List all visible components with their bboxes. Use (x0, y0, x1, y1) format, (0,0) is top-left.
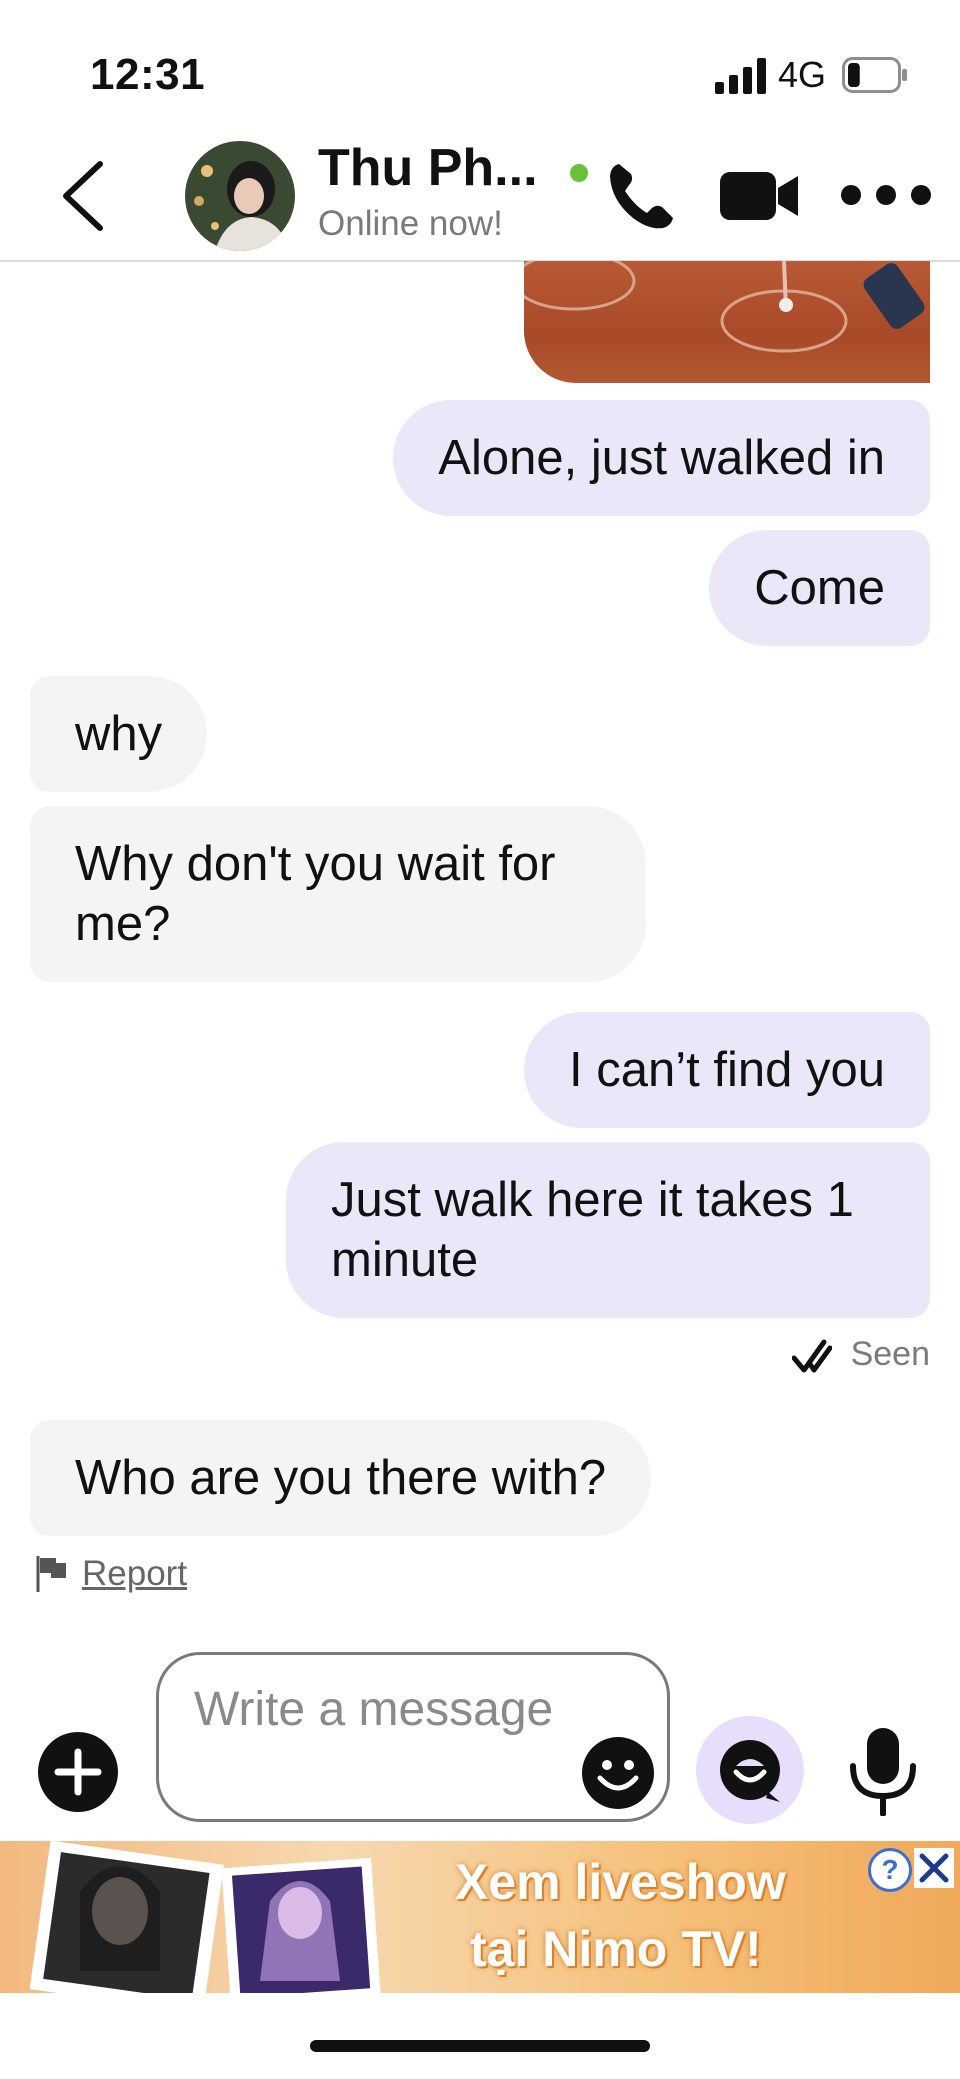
battery-icon (842, 57, 907, 93)
close-icon[interactable] (914, 1848, 954, 1888)
signal-icon (715, 58, 766, 94)
ad-headline: Xem liveshow (455, 1854, 786, 1910)
shared-photo[interactable] (524, 261, 930, 383)
sticker-button[interactable] (696, 1716, 804, 1824)
message-bubble-incoming[interactable]: Why don't you wait for me? (30, 806, 646, 982)
message-bubble-outgoing[interactable]: Just walk here it takes 1 minute (286, 1142, 930, 1318)
phone-icon[interactable] (605, 160, 677, 232)
contact-status: Online now! (318, 204, 503, 243)
video-camera-icon[interactable] (720, 170, 800, 222)
emoji-icon[interactable] (581, 1736, 655, 1810)
plus-icon (54, 1748, 102, 1796)
message-text: why (75, 707, 163, 761)
network-type: 4G (778, 54, 827, 95)
message-bubble-outgoing[interactable]: I can’t find you (524, 1012, 930, 1128)
more-dots-icon[interactable] (838, 182, 934, 208)
help-icon[interactable]: ? (868, 1848, 912, 1892)
message-text: Who are you there with? (75, 1451, 607, 1505)
flag-icon[interactable] (34, 1554, 70, 1594)
message-text: Why don't you wait for me? (75, 837, 556, 951)
report-link[interactable]: Report (82, 1554, 187, 1594)
double-check-icon (792, 1339, 832, 1373)
avatar[interactable] (185, 141, 295, 251)
ad-subheadline: tại Nimo TV! (470, 1921, 762, 1977)
status-time: 12:31 (90, 50, 206, 99)
back-chevron-icon[interactable] (60, 160, 110, 232)
message-text: Alone, just walked in (438, 431, 885, 485)
online-indicator (570, 164, 588, 182)
seen-label: Seen (850, 1335, 930, 1373)
home-indicator (310, 2040, 650, 2052)
message-text: Just walk here it takes 1 minute (331, 1173, 854, 1287)
message-bubble-incoming[interactable]: why (30, 676, 208, 792)
message-text: I can’t find you (569, 1043, 885, 1097)
message-text: Come (754, 561, 885, 615)
contact-name[interactable]: Thu Ph... (318, 138, 538, 198)
message-bubble-outgoing[interactable]: Come (709, 530, 930, 646)
microphone-icon[interactable] (845, 1726, 921, 1816)
add-attachment-button[interactable] (38, 1732, 118, 1812)
sticker-icon (720, 1740, 780, 1802)
message-bubble-outgoing[interactable]: Alone, just walked in (393, 400, 930, 516)
message-input-placeholder[interactable]: Write a message (194, 1680, 554, 1740)
message-bubble-incoming[interactable]: Who are you there with? (30, 1420, 652, 1536)
